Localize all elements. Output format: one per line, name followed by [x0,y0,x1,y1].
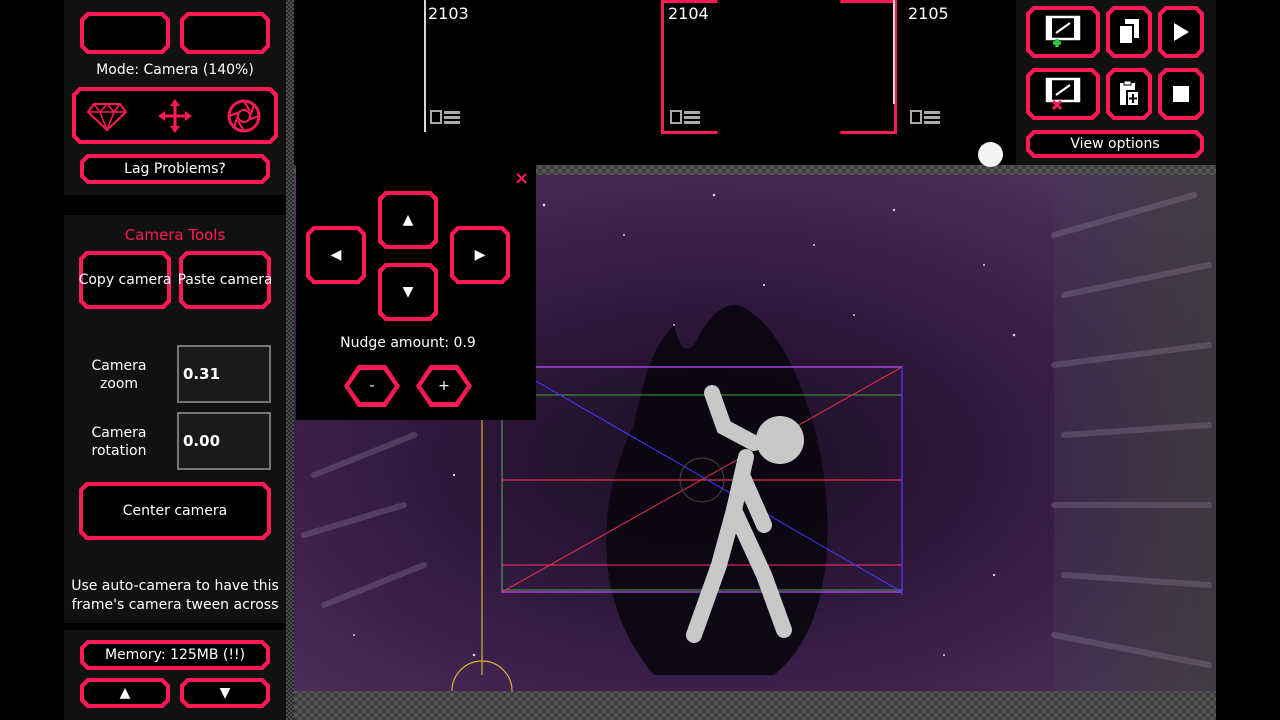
memory-button[interactable]: Memory: 125MB (!!) [80,640,270,670]
mode-label: Mode: Camera (140%) [96,62,254,78]
paste-icon [1117,80,1141,108]
camera-tools-title: Camera Tools [124,226,226,244]
copy-camera-label: Copy camera [78,272,172,288]
paste-camera-label: Paste camera [177,272,273,288]
camera-rotation-label-line1: Camera [91,425,147,441]
top-right-blank-button[interactable] [180,12,270,54]
nudge-increase-button[interactable]: + [416,365,472,407]
top-left-blank-button[interactable] [80,12,170,54]
paste-camera-button[interactable]: Paste camera [179,251,271,309]
center-camera-label: Center camera [122,503,228,519]
diamond-icon[interactable] [86,98,128,134]
hint-line-1: Use auto-camera to have this [71,578,279,594]
camera-zoom-label-line1: Camera [91,358,147,374]
delete-frame-icon [1043,77,1083,111]
frame-number: 2104 [668,4,709,23]
view-options-button[interactable]: View options [1026,130,1204,158]
left-panel: Mode: Camera (140%) Lag Problems? Camera… [0,0,292,720]
frame-divider [424,0,426,132]
right-edge [1216,0,1280,720]
up-arrow-icon: ▲ [119,685,131,701]
camera-rotation-label: Camera rotation [80,424,158,460]
frame-layers-icon[interactable] [670,108,702,130]
add-frame-button[interactable] [1026,6,1100,58]
lag-problems-button[interactable]: Lag Problems? [80,154,270,184]
right-arrow-icon: ▶ [474,247,486,263]
add-frame-icon [1043,15,1083,49]
hint-line-2: frame's camera tween across [71,597,279,613]
copy-icon [1117,18,1141,46]
camera-zoom-field[interactable]: 0.31 [177,345,271,403]
nudge-left-button[interactable]: ◀ [306,226,366,284]
nudge-amount-label: Nudge amount: 0.9 [340,335,476,351]
copy-button[interactable] [1106,6,1152,58]
left-arrow-icon: ◀ [330,247,342,263]
camera-rotation-label-line2: rotation [91,443,147,459]
delete-frame-button[interactable] [1026,68,1100,120]
onion-skin-indicator[interactable] [978,142,1003,167]
camera-zoom-label: Camera zoom [80,357,158,393]
stop-button[interactable] [1158,68,1204,120]
timeline: 2103 2104 2105 [294,0,1016,165]
minus-label: - [369,378,375,394]
camera-zoom-label-line2: zoom [99,376,139,392]
frame-number: 2105 [908,4,949,23]
paste-button[interactable] [1106,68,1152,120]
nudge-decrease-button[interactable]: - [344,365,400,407]
nudge-up-button[interactable]: ▲ [378,191,438,249]
stop-icon [1172,85,1190,103]
close-icon[interactable]: × [514,168,529,189]
copy-camera-button[interactable]: Copy camera [79,251,171,309]
center-camera-button[interactable]: Center camera [79,482,271,540]
view-options-label: View options [1070,136,1160,152]
panel-divider [286,0,294,720]
move-arrows-icon[interactable] [157,98,193,134]
camera-rotation-field[interactable]: 0.00 [177,412,271,470]
scroll-up-button[interactable]: ▲ [80,678,170,708]
auto-camera-hint: Use auto-camera to have this frame's cam… [64,577,286,621]
up-arrow-icon: ▲ [402,212,414,228]
down-arrow-icon: ▼ [402,284,414,300]
frame-divider [893,0,895,104]
nudge-panel: × ▲ ◀ ▶ ▼ Nudge amount: 0.9 - + [296,165,536,420]
down-arrow-icon: ▼ [219,685,231,701]
memory-label: Memory: 125MB (!!) [104,647,246,663]
play-icon [1171,21,1191,43]
play-button[interactable] [1158,6,1204,58]
nudge-down-button[interactable]: ▼ [378,263,438,321]
scroll-down-button[interactable]: ▼ [180,678,270,708]
frame-number: 2103 [428,4,469,23]
frame-layers-icon[interactable] [910,108,942,130]
lag-problems-label: Lag Problems? [124,161,226,177]
frame-layers-icon[interactable] [430,108,462,130]
plus-label: + [438,378,450,394]
aperture-icon[interactable] [226,98,262,134]
nudge-right-button[interactable]: ▶ [450,226,510,284]
